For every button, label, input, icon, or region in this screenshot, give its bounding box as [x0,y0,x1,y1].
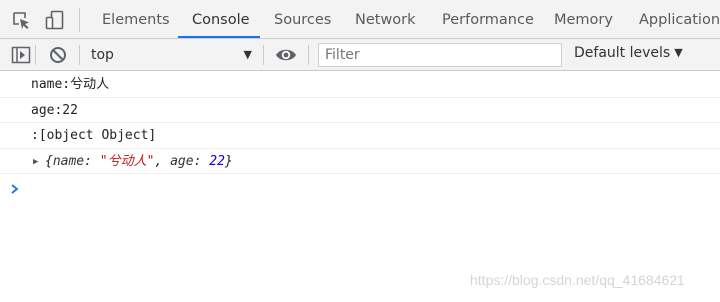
toolbar-divider [79,8,80,32]
live-expression-eye-icon[interactable] [274,45,298,65]
console-log-row: age:22 [0,98,720,124]
tab-elements[interactable]: Elements [102,0,170,39]
toolbar-divider [308,45,309,65]
context-value: top [91,47,114,63]
tab-console[interactable]: Console [192,0,250,39]
show-sidebar-icon[interactable] [11,45,31,65]
object-number-value: 22 [209,153,225,169]
dropdown-arrow-icon: ▼ [674,46,683,59]
clear-console-icon[interactable] [48,45,68,65]
device-toolbar-icon[interactable] [45,10,65,30]
tab-network[interactable]: Network [355,0,416,39]
active-tab-indicator [178,36,260,38]
expand-triangle-icon[interactable]: ▶ [33,149,38,175]
object-string-value: "兮动人" [99,153,155,169]
inspect-element-icon[interactable] [11,10,31,30]
log-levels-dropdown[interactable]: Default levels ▼ [574,45,683,61]
watermark-text: https://blog.csdn.net/qq_41684621 [470,272,685,288]
tab-memory[interactable]: Memory [554,0,613,39]
object-key: age: [170,153,202,169]
toolbar-divider [79,45,80,65]
tab-performance[interactable]: Performance [442,0,534,39]
console-toolbar: top ▼ Default levels▼ [0,39,720,71]
toolbar-divider [263,45,264,65]
object-separator: , [154,153,171,169]
tab-application[interactable]: Application [639,0,720,39]
dropdown-arrow-icon: ▼ [243,48,252,61]
log-levels-label: Default levels [574,45,671,61]
object-key: name: [52,153,92,169]
filter-input[interactable] [318,43,562,67]
tab-sources[interactable]: Sources [274,0,331,39]
prompt-chevron-icon [10,180,20,195]
toolbar-divider [35,45,36,65]
console-messages: name:兮动人 age:22 :[object Object] ▶ {name:… [0,72,720,200]
console-log-row: :[object Object] [0,123,720,149]
console-object-row[interactable]: ▶ {name: "兮动人", age: 22} [0,149,720,175]
devtools-tab-bar: Elements Console Sources Network Perform… [0,0,720,39]
console-prompt[interactable] [0,174,720,200]
context-selector[interactable]: top ▼ [81,42,260,68]
console-log-row: name:兮动人 [0,72,720,98]
